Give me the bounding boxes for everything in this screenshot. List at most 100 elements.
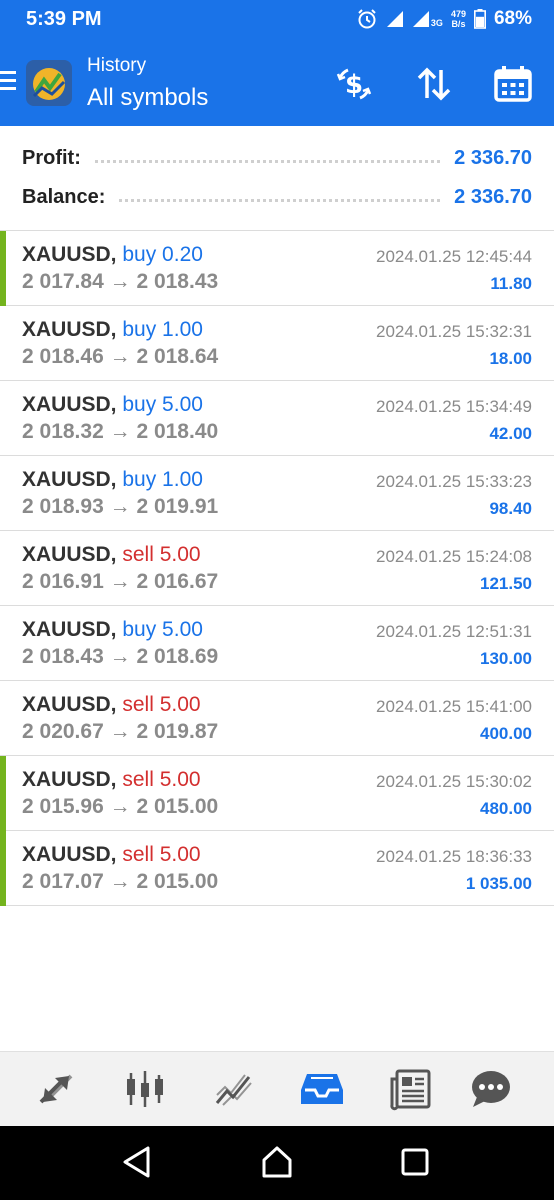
close-price: 2 016.67 (136, 570, 219, 593)
arrow-icon: → (109, 645, 131, 668)
header-title[interactable]: All symbols (87, 84, 208, 112)
dollar-filter-icon[interactable]: $ (334, 64, 374, 104)
trade-symbol: XAUUSD, (22, 468, 117, 491)
trade-date: 2024.01.25 15:32:31 (376, 322, 532, 341)
trade-symbol: XAUUSD, (22, 393, 117, 416)
trade-date: 2024.01.25 15:34:49 (376, 397, 532, 416)
bottom-nav (0, 1051, 554, 1127)
trade-symbol-line: XAUUSD, sell 5.00 (22, 693, 201, 717)
close-price: 2 015.00 (136, 795, 219, 818)
alarm-icon (358, 9, 376, 29)
trade-symbol: XAUUSD, (22, 843, 117, 866)
network-type: 3G (430, 18, 443, 28)
system-nav-bar (0, 1126, 554, 1200)
trade-type: buy 5.00 (122, 393, 203, 416)
trade-symbol: XAUUSD, (22, 243, 117, 266)
open-price: 2 015.96 (22, 795, 104, 818)
home-icon[interactable] (259, 1144, 295, 1180)
trade-row[interactable]: XAUUSD, buy 1.00 2 018.93 → 2 019.91 2024.… (0, 456, 554, 531)
trade-row[interactable]: XAUUSD, buy 1.00 2 018.46 → 2 018.64 2024.… (0, 306, 554, 381)
trade-date: 2024.01.25 15:30:02 (376, 772, 532, 791)
metatrader-logo (26, 60, 72, 106)
trade-date: 2024.01.25 12:51:31 (376, 622, 532, 641)
trade-type: sell 5.00 (122, 768, 201, 791)
trade-row[interactable]: XAUUSD, sell 5.00 2 015.96 → 2 015.00 2024… (0, 756, 554, 831)
recents-icon[interactable] (397, 1144, 433, 1180)
news-icon[interactable] (386, 1064, 436, 1114)
trade-prices: 2 015.96 → 2 015.00 (22, 795, 218, 819)
battery-level: 68% (493, 8, 532, 29)
status-time: 5:39 PM (26, 7, 102, 30)
menu-icon[interactable] (0, 71, 16, 91)
trade-symbol-line: XAUUSD, buy 5.00 (22, 393, 203, 417)
profit-row: Profit: 2 336.70 (22, 143, 532, 173)
trade-row[interactable]: XAUUSD, sell 5.00 2 017.07 → 2 015.00 2024… (0, 831, 554, 906)
balance-label: Balance: (22, 185, 106, 208)
trade-row[interactable]: XAUUSD, buy 5.00 2 018.32 → 2 018.40 2024.… (0, 381, 554, 456)
trade-date: 2024.01.25 18:36:33 (376, 847, 532, 866)
trade-row[interactable]: XAUUSD, sell 5.00 2 016.91 → 2 016.67 2024… (0, 531, 554, 606)
wifi-signal-icon (386, 11, 403, 27)
arrow-icon: → (109, 795, 131, 818)
back-icon[interactable] (120, 1144, 156, 1180)
quotes-icon[interactable] (31, 1064, 81, 1114)
trade-row[interactable]: XAUUSD, buy 0.20 2 017.84 → 2 018.43 2024.… (0, 231, 554, 306)
open-price: 2 017.84 (22, 270, 104, 293)
sort-icon[interactable] (414, 64, 454, 104)
trade-symbol-line: XAUUSD, sell 5.00 (22, 543, 201, 567)
trade-type: sell 5.00 (122, 693, 201, 716)
dotted-leader (119, 198, 441, 202)
trade-icon[interactable] (208, 1064, 258, 1114)
trade-profit: 18.00 (489, 349, 532, 368)
trade-profit: 400.00 (480, 724, 532, 743)
chart-icon[interactable] (120, 1064, 170, 1114)
trade-symbol: XAUUSD, (22, 768, 117, 791)
trade-date: 2024.01.25 15:33:23 (376, 472, 532, 491)
trade-marker (0, 756, 6, 831)
trade-profit: 130.00 (480, 649, 532, 668)
trade-symbol: XAUUSD, (22, 693, 117, 716)
trade-symbol-line: XAUUSD, buy 1.00 (22, 468, 203, 492)
trade-prices: 2 018.43 → 2 018.69 (22, 645, 218, 669)
trade-type: buy 0.20 (122, 243, 203, 266)
trade-date: 2024.01.25 12:45:44 (376, 247, 532, 266)
balance-value: 2 336.70 (454, 185, 532, 208)
history-icon[interactable] (297, 1064, 347, 1114)
trade-date: 2024.01.25 15:41:00 (376, 697, 532, 716)
trade-marker (0, 231, 6, 306)
trade-symbol-line: XAUUSD, sell 5.00 (22, 768, 201, 792)
trade-type: sell 5.00 (122, 843, 201, 866)
trade-symbol-line: XAUUSD, buy 5.00 (22, 618, 203, 642)
close-price: 2 018.64 (136, 345, 219, 368)
arrow-icon: → (109, 720, 131, 743)
trade-prices: 2 018.32 → 2 018.40 (22, 420, 218, 444)
header-subtitle: History (87, 55, 147, 76)
trade-profit: 11.80 (490, 274, 532, 293)
svg-text:$: $ (345, 70, 363, 100)
trade-profit: 98.40 (489, 499, 532, 518)
open-price: 2 018.32 (22, 420, 104, 443)
trade-prices: 2 018.93 → 2 019.91 (22, 495, 218, 519)
battery-icon (473, 9, 486, 29)
profit-value: 2 336.70 (454, 146, 532, 169)
trade-symbol-line: XAUUSD, buy 0.20 (22, 243, 203, 267)
trade-type: sell 5.00 (122, 543, 201, 566)
open-price: 2 018.93 (22, 495, 104, 518)
close-price: 2 019.91 (136, 495, 219, 518)
trade-row[interactable]: XAUUSD, sell 5.00 2 020.67 → 2 019.87 2024… (0, 681, 554, 756)
trade-marker (0, 831, 6, 906)
arrow-icon: → (109, 870, 131, 893)
trade-symbol: XAUUSD, (22, 618, 117, 641)
trade-symbol-line: XAUUSD, sell 5.00 (22, 843, 201, 867)
trade-prices: 2 020.67 → 2 019.87 (22, 720, 218, 744)
trade-symbol-line: XAUUSD, buy 1.00 (22, 318, 203, 342)
open-price: 2 016.91 (22, 570, 104, 593)
trade-profit: 121.50 (480, 574, 532, 593)
trade-row[interactable]: XAUUSD, buy 5.00 2 018.43 → 2 018.69 2024.… (0, 606, 554, 681)
calendar-icon[interactable] (493, 64, 533, 104)
trade-list: XAUUSD, buy 0.20 2 017.84 → 2 018.43 2024.… (0, 231, 554, 906)
chat-icon[interactable] (466, 1064, 516, 1114)
close-price: 2 018.69 (136, 645, 219, 668)
trade-profit: 480.00 (480, 799, 532, 818)
trade-prices: 2 018.46 → 2 018.64 (22, 345, 218, 369)
